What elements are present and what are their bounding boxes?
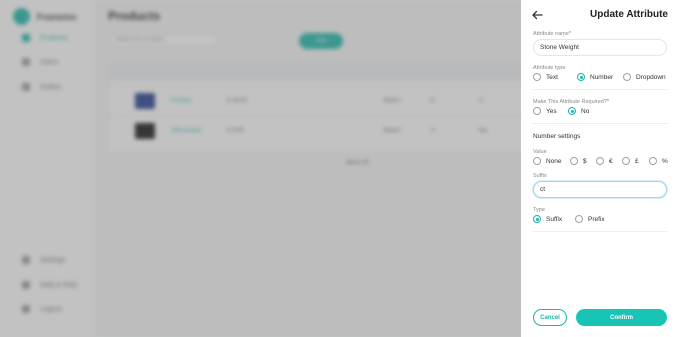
divider bbox=[533, 231, 667, 232]
value-option-dollar[interactable]: $ bbox=[570, 157, 596, 165]
arrow-left-icon[interactable] bbox=[531, 9, 543, 21]
type-option-dropdown[interactable]: Dropdown bbox=[623, 73, 666, 81]
radio-circle bbox=[623, 73, 631, 81]
radio-circle bbox=[596, 157, 604, 165]
attribute-name-label-text: Attribute name bbox=[533, 31, 569, 37]
radio-circle-checked bbox=[568, 107, 576, 115]
radio-label: $ bbox=[583, 157, 587, 165]
radio-label: % bbox=[662, 157, 668, 165]
required-option-yes[interactable]: Yes bbox=[533, 107, 568, 115]
attribute-type-label: Attribute type bbox=[533, 65, 566, 71]
attribute-name-label: Attribute name* bbox=[533, 31, 571, 37]
value-option-percent[interactable]: % bbox=[649, 157, 668, 165]
radio-circle bbox=[533, 73, 541, 81]
radio-label: Text bbox=[546, 73, 558, 81]
suffix-label: Suffix bbox=[533, 173, 547, 179]
suffix-input[interactable] bbox=[533, 181, 667, 198]
required-question-label: Make This Attribute Required?* bbox=[533, 99, 609, 105]
required-option-no[interactable]: No bbox=[568, 107, 589, 115]
radio-label: Suffix bbox=[546, 215, 563, 223]
required-asterisk: * bbox=[606, 99, 610, 105]
attribute-type-group: Text Number Dropdown bbox=[533, 72, 666, 82]
position-option-suffix[interactable]: Suffix bbox=[533, 215, 575, 223]
drawer-title: Update Attribute bbox=[590, 9, 668, 20]
confirm-button[interactable]: Confirm bbox=[576, 309, 667, 326]
required-group: Yes No bbox=[533, 106, 589, 116]
update-attribute-drawer: Update Attribute Attribute name* Attribu… bbox=[521, 0, 688, 337]
required-asterisk: * bbox=[568, 31, 571, 37]
radio-circle-checked bbox=[533, 215, 541, 223]
radio-label: £ bbox=[635, 157, 639, 165]
radio-label: Prefix bbox=[588, 215, 605, 223]
type-option-number[interactable]: Number bbox=[577, 73, 623, 81]
value-group: None $ € £ % bbox=[533, 156, 668, 166]
value-option-pound[interactable]: £ bbox=[622, 157, 649, 165]
position-option-prefix[interactable]: Prefix bbox=[575, 215, 605, 223]
cancel-button[interactable]: Cancel bbox=[533, 309, 567, 326]
number-settings-heading: Number settings bbox=[533, 133, 581, 140]
radio-label: Dropdown bbox=[636, 73, 666, 81]
radio-circle bbox=[649, 157, 657, 165]
value-option-none[interactable]: None bbox=[533, 157, 570, 165]
type-option-text[interactable]: Text bbox=[533, 73, 577, 81]
value-label: Value bbox=[533, 149, 547, 155]
radio-circle bbox=[533, 107, 541, 115]
radio-label: No bbox=[581, 107, 590, 115]
radio-label: Number bbox=[590, 73, 614, 81]
value-option-euro[interactable]: € bbox=[596, 157, 622, 165]
radio-label: Yes bbox=[546, 107, 557, 115]
divider bbox=[533, 89, 667, 90]
radio-circle bbox=[570, 157, 578, 165]
position-type-group: Suffix Prefix bbox=[533, 214, 605, 224]
radio-circle-checked bbox=[577, 73, 585, 81]
radio-circle bbox=[622, 157, 630, 165]
radio-circle bbox=[575, 215, 583, 223]
radio-label: None bbox=[546, 157, 562, 165]
required-question-text: Make This Attribute Required? bbox=[533, 99, 607, 105]
attribute-name-input[interactable] bbox=[533, 39, 667, 56]
divider bbox=[533, 123, 667, 124]
radio-label: € bbox=[609, 157, 613, 165]
radio-circle bbox=[533, 157, 541, 165]
position-type-label: Type bbox=[533, 207, 545, 213]
